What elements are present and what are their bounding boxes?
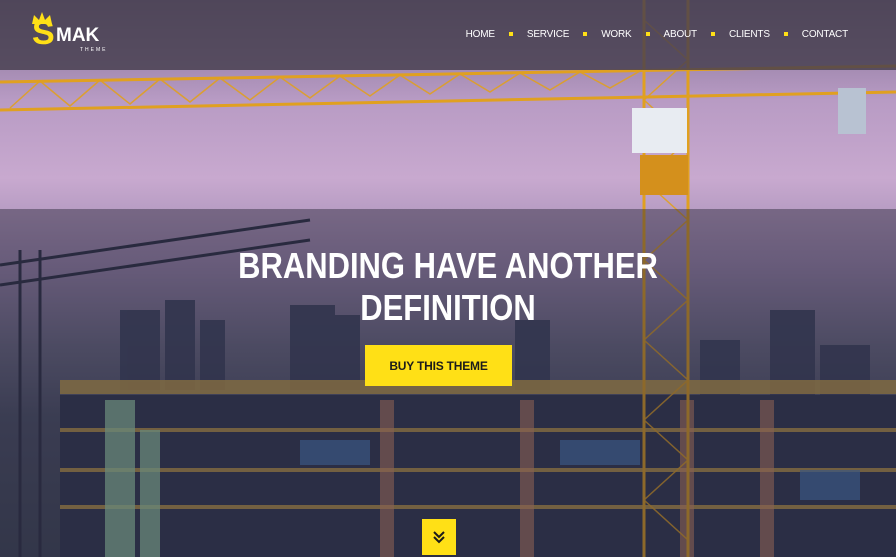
hero-headline-line-2: DEFINITION: [360, 287, 536, 328]
buy-theme-button[interactable]: BUY THIS THEME: [365, 345, 512, 386]
double-chevron-down-icon: [433, 531, 445, 544]
buy-theme-button-label: BUY THIS THEME: [389, 358, 488, 373]
scroll-down-button[interactable]: [422, 519, 456, 555]
nav-item-contact[interactable]: CONTACT: [802, 29, 848, 40]
brand-logo[interactable]: S MAK THEME: [30, 12, 110, 56]
main-nav: HOME SERVICE WORK ABOUT CLIENTS CONTACT: [466, 27, 849, 41]
nav-separator: [508, 32, 513, 36]
nav-item-about[interactable]: ABOUT: [664, 29, 698, 40]
logo-letter: S: [32, 14, 55, 52]
nav-item-clients[interactable]: CLIENTS: [729, 29, 770, 40]
nav-item-work[interactable]: WORK: [601, 29, 632, 40]
nav-separator: [583, 32, 588, 36]
hero-headline: BRANDING HAVE ANOTHER DEFINITION: [0, 245, 896, 329]
nav-separator: [645, 32, 650, 36]
nav-separator: [783, 32, 788, 36]
nav-item-home[interactable]: HOME: [466, 29, 495, 40]
nav-separator: [710, 32, 715, 36]
logo-subtext: THEME: [80, 47, 108, 53]
site-header: S MAK THEME HOME SERVICE WORK ABOUT CLIE…: [0, 0, 896, 70]
hero-headline-line-1: BRANDING HAVE ANOTHER: [238, 245, 658, 286]
nav-item-service[interactable]: SERVICE: [527, 29, 570, 40]
logo-wordmark: MAK: [56, 25, 100, 46]
